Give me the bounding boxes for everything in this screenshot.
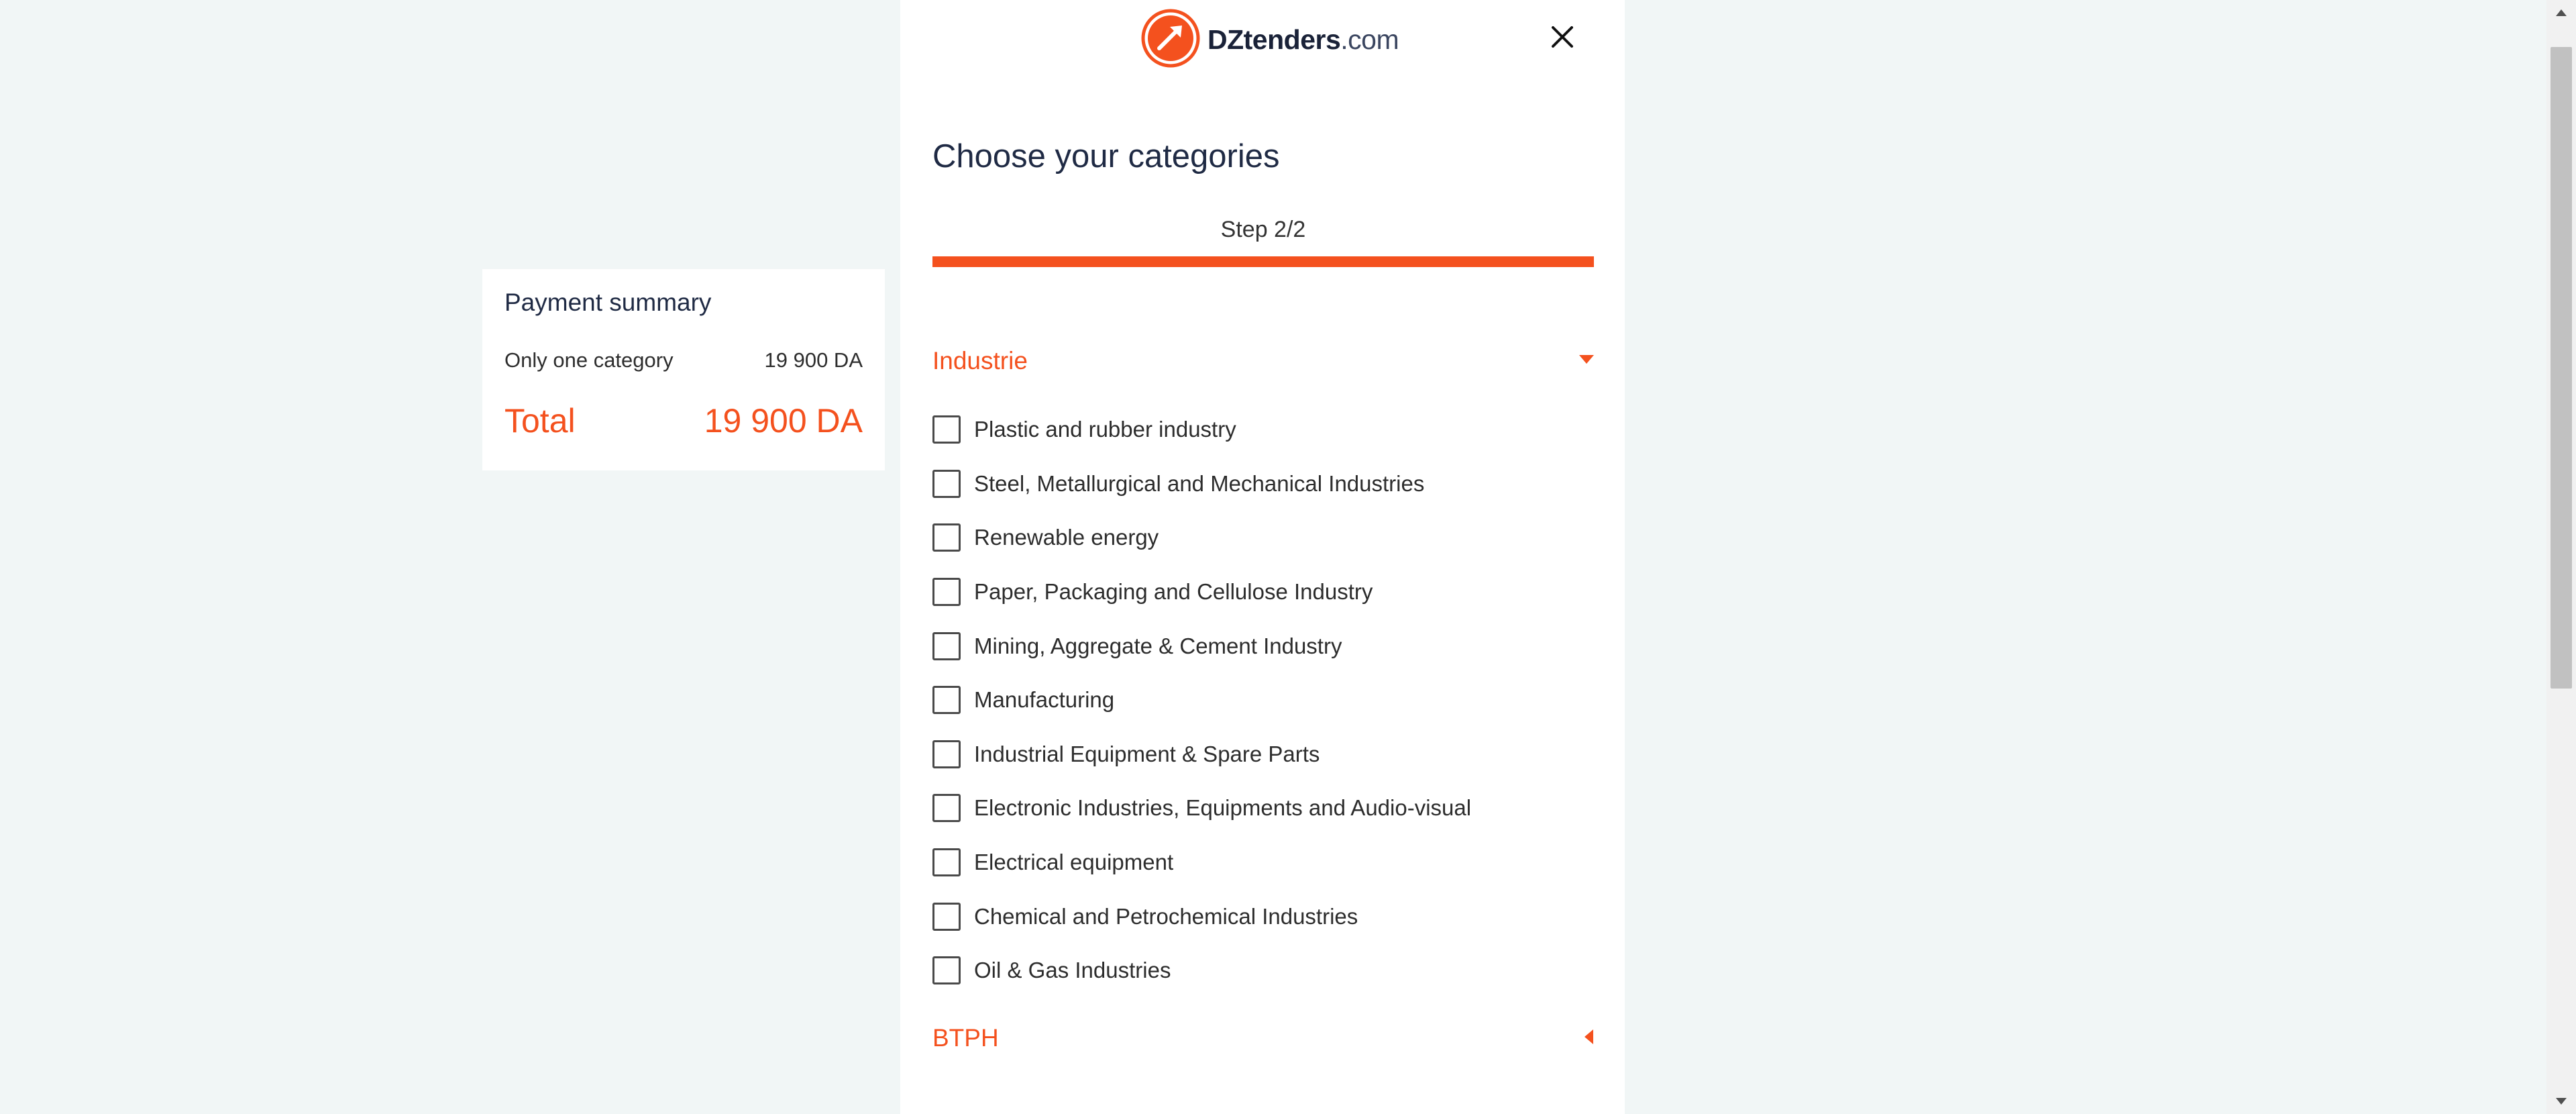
checkbox[interactable] — [932, 523, 961, 552]
category-option-label: Oil & Gas Industries — [974, 958, 1171, 983]
category-option-label: Paper, Packaging and Cellulose Industry — [974, 579, 1373, 605]
checkbox[interactable] — [932, 740, 961, 768]
progress-fill — [932, 256, 1594, 267]
close-icon — [1551, 26, 1574, 52]
category-option[interactable]: Chemical and Petrochemical Industries — [932, 889, 1594, 944]
summary-total-value: 19 900 DA — [704, 402, 863, 440]
checkbox[interactable] — [932, 848, 961, 877]
category-option-label: Mining, Aggregate & Cement Industry — [974, 633, 1342, 658]
category-selection-panel: DZtenders.com Choose your categories Ste… — [900, 0, 1625, 1114]
category-option[interactable]: Electronic Industries, Equipments and Au… — [932, 781, 1594, 835]
checkbox[interactable] — [932, 686, 961, 715]
category-option-label: Steel, Metallurgical and Mechanical Indu… — [974, 470, 1425, 496]
category-option[interactable]: Electrical equipment — [932, 835, 1594, 890]
caret-down-icon — [1579, 354, 1594, 368]
payment-summary-title: Payment summary — [504, 289, 712, 316]
category-option[interactable]: Industrial Equipment & Spare Parts — [932, 727, 1594, 782]
scrollbar-thumb[interactable] — [2551, 47, 2572, 689]
category-option-label: Chemical and Petrochemical Industries — [974, 903, 1358, 929]
scroll-down-arrow-icon[interactable] — [2546, 1091, 2576, 1111]
logo-icon — [1140, 8, 1201, 72]
category-option-label: Renewable energy — [974, 525, 1159, 550]
summary-total-label: Total — [504, 402, 576, 440]
dztenders-logo[interactable]: DZtenders.com — [1140, 9, 1399, 70]
category-option[interactable]: Paper, Packaging and Cellulose Industry — [932, 565, 1594, 619]
page-scrollbar[interactable] — [2546, 0, 2576, 1114]
category-option-label: Manufacturing — [974, 687, 1115, 713]
category-option[interactable]: Plastic and rubber industry — [932, 403, 1594, 457]
category-option[interactable]: Manufacturing — [932, 673, 1594, 727]
logo-brand: DZtenders — [1208, 23, 1341, 55]
payment-summary-card: Payment summary Only one category 19 900… — [482, 269, 885, 470]
summary-total: Total 19 900 DA — [504, 401, 863, 440]
summary-line-value: 19 900 DA — [764, 348, 863, 372]
category-label: BTPH — [932, 1024, 999, 1052]
close-button[interactable] — [1546, 21, 1579, 55]
summary-line-label: Only one category — [504, 348, 674, 372]
logo-tld: .com — [1340, 23, 1399, 55]
checkbox[interactable] — [932, 794, 961, 823]
checkbox[interactable] — [932, 469, 961, 498]
scroll-up-arrow-icon[interactable] — [2546, 3, 2576, 23]
progress-bar — [932, 256, 1594, 267]
category-items-list: Plastic and rubber industry Steel, Metall… — [932, 403, 1594, 998]
caret-left-icon — [1585, 1029, 1594, 1048]
category-option[interactable]: Mining, Aggregate & Cement Industry — [932, 619, 1594, 673]
checkbox[interactable] — [932, 902, 961, 931]
checkbox[interactable] — [932, 631, 961, 660]
category-option[interactable]: Oil & Gas Industries — [932, 944, 1594, 998]
category-header-btph[interactable]: BTPH — [932, 1018, 1594, 1058]
category-option-label: Electrical equipment — [974, 850, 1174, 875]
step-indicator: Step 2/2 — [1220, 217, 1306, 242]
logo-wordmark: DZtenders.com — [1208, 24, 1399, 56]
category-option-label: Electronic Industries, Equipments and Au… — [974, 795, 1472, 821]
summary-line: Only one category 19 900 DA — [504, 348, 863, 372]
checkbox[interactable] — [932, 415, 961, 444]
category-label: Industrie — [932, 347, 1028, 374]
page-title: Choose your categories — [932, 138, 1280, 174]
category-option[interactable]: Steel, Metallurgical and Mechanical Indu… — [932, 457, 1594, 511]
checkbox[interactable] — [932, 956, 961, 985]
category-option-label: Industrial Equipment & Spare Parts — [974, 741, 1320, 766]
category-option-label: Plastic and rubber industry — [974, 417, 1236, 442]
checkbox[interactable] — [932, 578, 961, 607]
category-option[interactable]: Renewable energy — [932, 511, 1594, 565]
category-header-industrie[interactable]: Industrie — [932, 341, 1594, 381]
